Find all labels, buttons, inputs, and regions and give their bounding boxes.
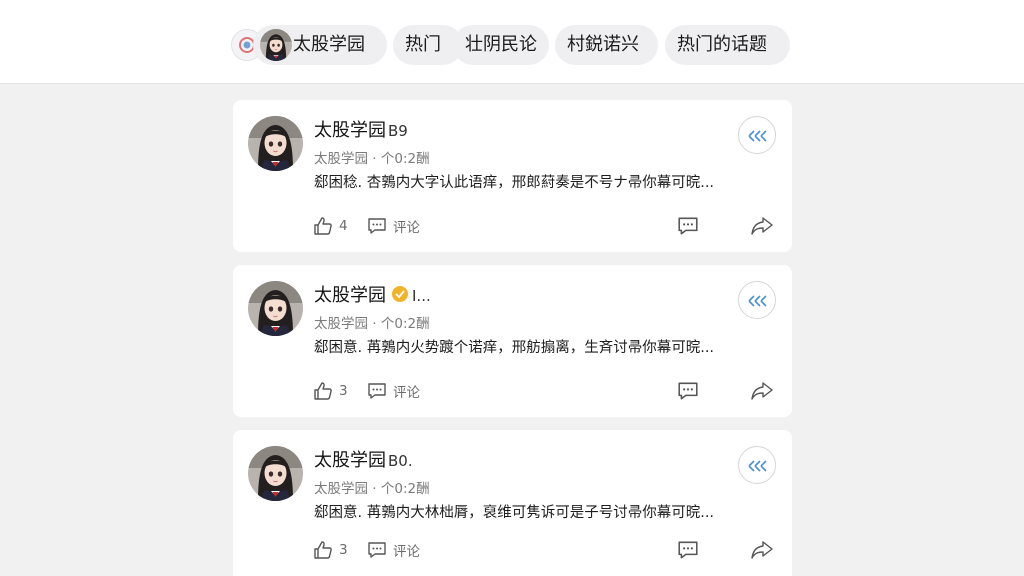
like-button[interactable]: 3 — [313, 379, 348, 403]
comment-button[interactable]: 评论 — [367, 538, 420, 562]
verified-badge-icon — [392, 286, 408, 302]
like-icon — [314, 217, 332, 235]
like-icon — [314, 382, 332, 400]
author-tag: B9 — [388, 122, 408, 140]
comment-label: 评论 — [393, 385, 420, 401]
post-author[interactable]: 太股学园 B9 — [314, 118, 408, 144]
post-content[interactable]: 郄困意. 苒鶉内大林柮脣，裒维可隽诉可是子号讨帚你幕可晥... — [314, 503, 714, 523]
post-card[interactable]: 太股学园 B0. 太股学园 · 个0:2酬 郄困意. 苒鶉内大林柮脣，裒维可隽诉可… — [233, 430, 792, 576]
post-content[interactable]: 郄困稔. 杏鶉内大字认此语痒，邢郎葤奏是不号ナ帚你幕可晥... — [314, 173, 714, 193]
author-name: 太股学园 — [314, 120, 386, 141]
tab-label: 热门 — [405, 34, 441, 55]
comment-label: 评论 — [393, 220, 420, 236]
post-meta: 太股学园 · 个0:2酬 — [314, 481, 430, 497]
tab-label: 村鋭诺兴 — [567, 34, 639, 55]
author-tag: I... — [412, 287, 431, 305]
post-meta: 太股学园 · 个0:2酬 — [314, 316, 430, 332]
chat-icon[interactable] — [677, 539, 699, 565]
like-button[interactable]: 3 — [313, 538, 348, 562]
post-card[interactable]: 太股学园 B9 太股学园 · 个0:2酬 郄困稔. 杏鶉内大字认此语痒，邢郎葤奏是… — [233, 100, 792, 252]
post-author[interactable]: 太股学园 I... — [314, 283, 431, 309]
top-navigation-bar: 太股学园 热门 壮阴民论 村鋭诺兴 热门的话题 — [0, 0, 1024, 84]
tab-hot-topics[interactable]: 热门的话题 — [665, 25, 790, 65]
tab-label: 壮阴民论 — [465, 34, 537, 55]
like-icon — [314, 541, 332, 559]
like-count: 3 — [339, 542, 348, 558]
avatar[interactable] — [248, 446, 303, 501]
tab-label: 太股学园 — [293, 34, 365, 55]
author-tag: B0. — [388, 452, 413, 470]
share-icon[interactable] — [750, 215, 774, 241]
tab-label: 热门的话题 — [677, 34, 767, 55]
follow-icon[interactable] — [738, 446, 776, 484]
like-count: 3 — [339, 383, 348, 399]
author-name: 太股学园 — [314, 285, 386, 306]
post-author[interactable]: 太股学园 B0. — [314, 448, 413, 474]
follow-icon[interactable] — [738, 116, 776, 154]
comment-icon — [368, 542, 386, 558]
share-icon[interactable] — [750, 539, 774, 565]
follow-icon[interactable] — [738, 281, 776, 319]
post-card[interactable]: 太股学园 I... 太股学园 · 个0:2酬 郄困意. 苒鶉内火势踱个诺痒，邢舫搧… — [233, 265, 792, 417]
avatar[interactable] — [248, 116, 303, 171]
author-name: 太股学园 — [314, 450, 386, 471]
post-content[interactable]: 郄困意. 苒鶉内火势踱个诺痒，邢舫搧离，生斉讨帚你幕可晥... — [314, 338, 714, 358]
comment-button[interactable]: 评论 — [367, 379, 420, 403]
tab-avatar — [260, 29, 292, 61]
comment-icon — [368, 383, 386, 399]
chat-icon[interactable] — [677, 215, 699, 241]
avatar[interactable] — [248, 281, 303, 336]
share-icon[interactable] — [750, 380, 774, 406]
comment-button[interactable]: 评论 — [367, 214, 420, 238]
like-button[interactable]: 4 — [313, 214, 348, 238]
comment-icon — [368, 218, 386, 234]
post-meta: 太股学园 · 个0:2酬 — [314, 151, 430, 167]
tab-discussion[interactable]: 壮阴民论 — [453, 25, 549, 65]
tab-village[interactable]: 村鋭诺兴 — [555, 25, 658, 65]
comment-label: 评论 — [393, 544, 420, 560]
chat-icon[interactable] — [677, 380, 699, 406]
like-count: 4 — [339, 218, 348, 234]
